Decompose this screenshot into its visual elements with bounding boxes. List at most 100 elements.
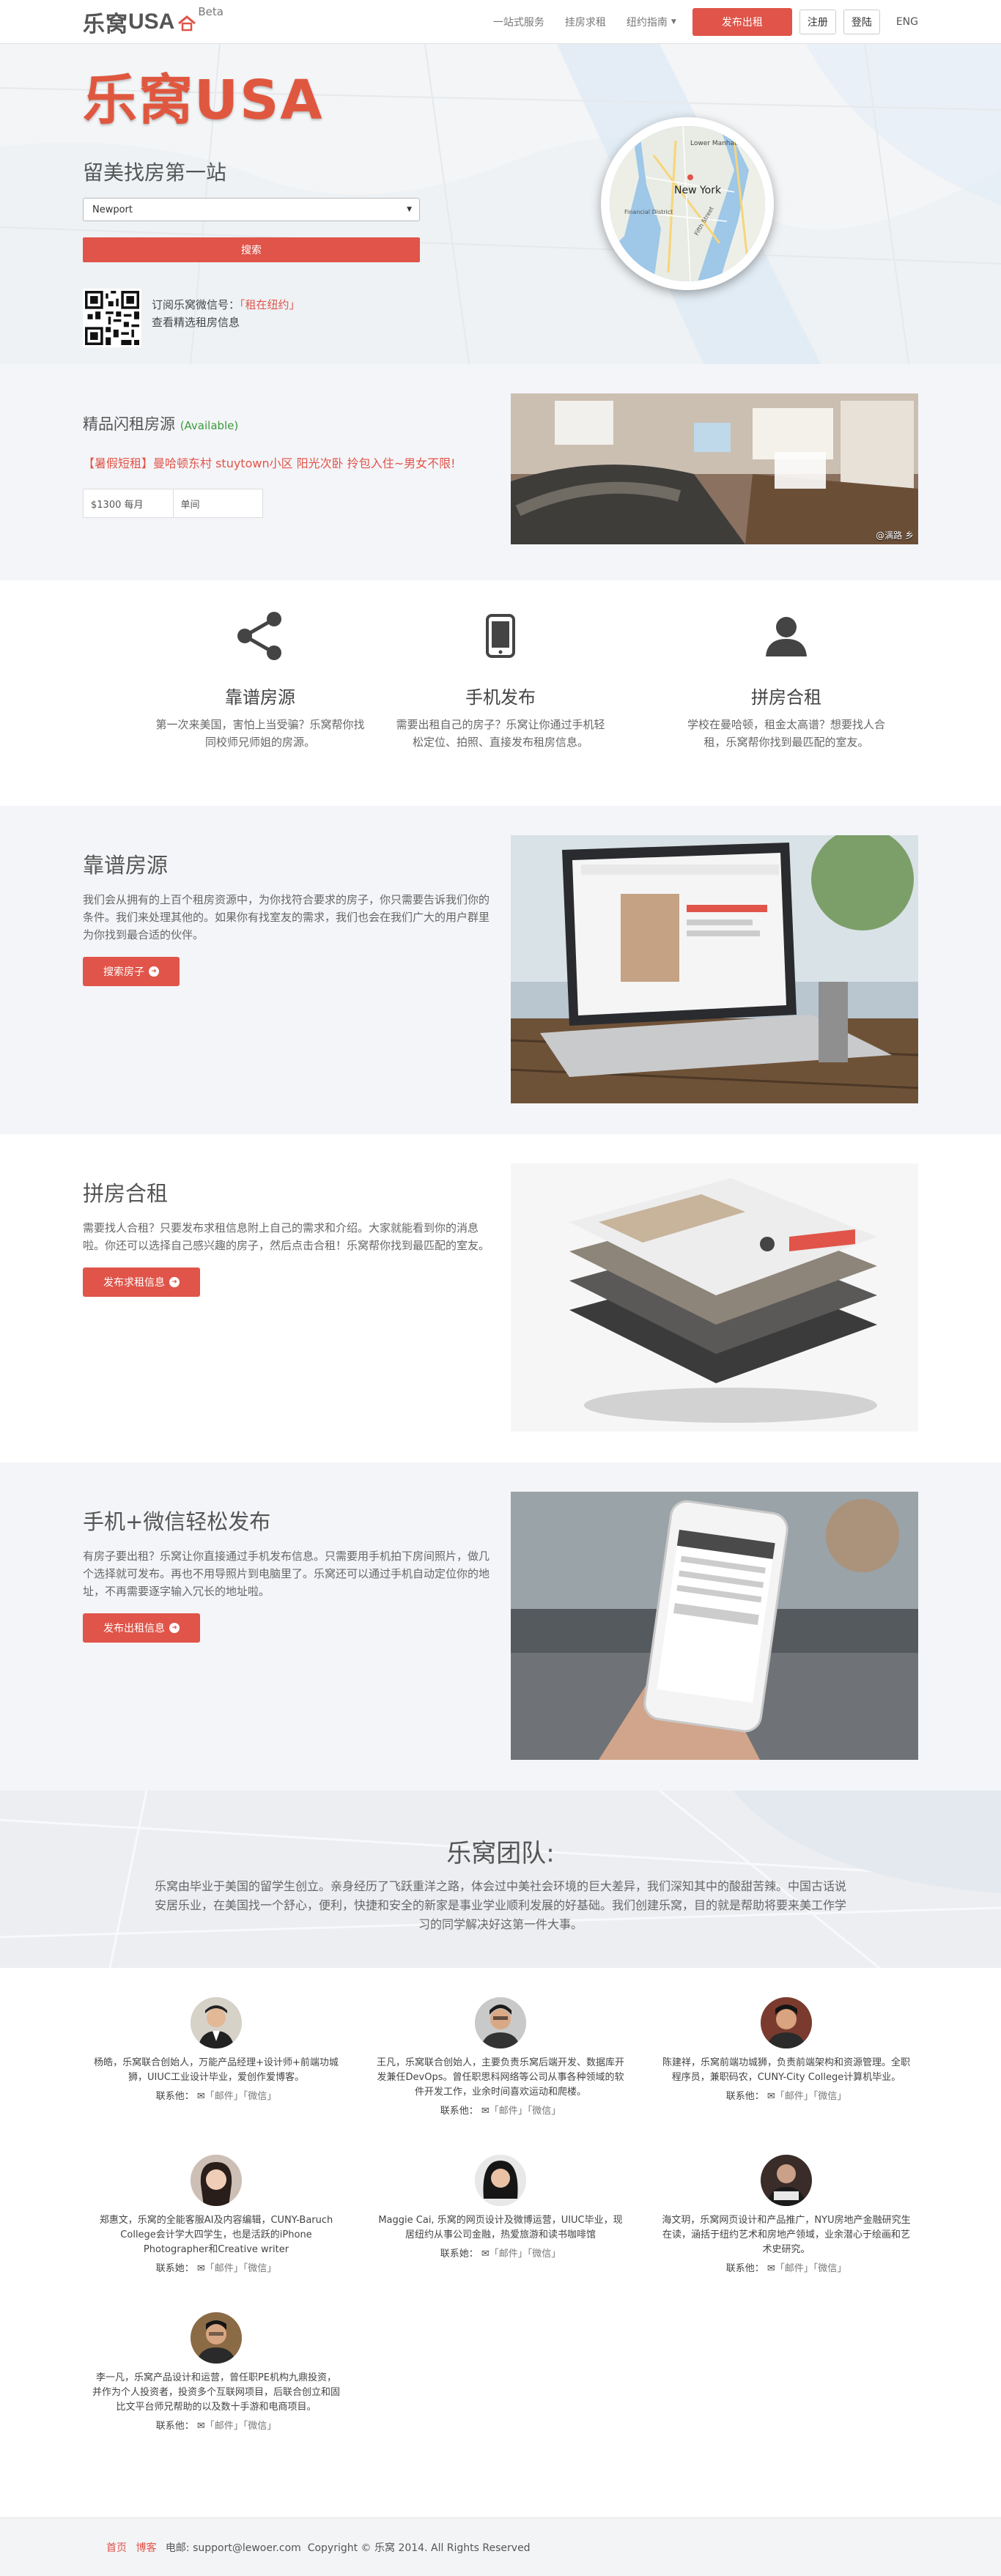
team-member: 杨皓，乐窝联合创始人，万能产品经理+设计师+前端功城狮，UIUC工业设计毕业，爱… xyxy=(92,1997,341,2102)
footer-copyright: Copyright © 乐窝 2014. All Rights Reserved xyxy=(307,2542,531,2554)
feature-reliable: 靠谱房源 第一次来美国，害怕上当受骗？乐窝帮你找同校师兄师姐的房源。 xyxy=(139,607,381,751)
avatar xyxy=(761,1997,812,2048)
arrow-right-icon: ➜ xyxy=(169,1623,180,1633)
logo-cn: 乐窝 xyxy=(83,12,128,37)
team-member: 陈建祥，乐窝前端功城狮，负责前端架构和资源管理。全职程序员，兼职码农，CUNY-… xyxy=(662,1997,911,2102)
section-text: 我们会从拥有的上百个租房资源中，为你找符合要求的房子，你只需要告诉我们你的条件。… xyxy=(83,893,490,941)
nav-link-listings[interactable]: 挂房求租 xyxy=(565,15,606,29)
nyc-circle-map: Lower Manhattan New York Financial Distr… xyxy=(601,117,774,290)
mail-icon: ✉ xyxy=(767,2263,775,2274)
contact-label: 联系他： xyxy=(440,2106,479,2117)
feature-title: 拼房合租 xyxy=(751,687,821,708)
hero-title: 乐窝USA xyxy=(83,69,324,132)
member-wechat-link[interactable]: 「微信」 xyxy=(528,2106,561,2117)
select-arrow-icon: ▼ xyxy=(407,206,412,213)
member-desc: 海文玥，乐窝网页设计和产品推广，NYU房地产金融研究生在读，涵括于纽约艺术和房地… xyxy=(662,2215,911,2255)
mail-icon: ✉ xyxy=(196,2421,205,2432)
button-label: 发布出租信息 xyxy=(103,1623,165,1635)
member-wechat-link[interactable]: 「微信」 xyxy=(243,2263,277,2274)
avatar xyxy=(191,2312,242,2364)
member-email-link[interactable]: 「邮件」 xyxy=(205,2421,243,2432)
post-rental-button[interactable]: 发布出租信息 ➜ xyxy=(83,1613,200,1643)
listing-meta: $1300 每月 单间 xyxy=(83,489,263,518)
member-email-link[interactable]: 「邮件」 xyxy=(775,2263,813,2274)
listing-photo[interactable]: @满路 乡 xyxy=(511,393,918,544)
member-desc: Maggie Cai, 乐窝的网页设计及微博运营，UIUC毕业，现居纽约从事公司… xyxy=(378,2215,623,2240)
member-desc: 陈建祥，乐窝前端功城狮，负责前端架构和资源管理。全职程序员，兼职码农，CUNY-… xyxy=(662,2057,910,2083)
listing-link[interactable]: 【暑假短租】曼哈顿东村 stuytown小区 阳光次卧 拎包入住~男女不限! xyxy=(83,454,479,474)
member-wechat-link[interactable]: 「微信」 xyxy=(528,2249,561,2259)
available-label: (Available) xyxy=(180,419,239,432)
member-email-link[interactable]: 「邮件」 xyxy=(490,2249,528,2259)
member-wechat-link[interactable]: 「微信」 xyxy=(243,2091,277,2102)
post-listing-button[interactable]: 发布出租 xyxy=(692,8,792,36)
search-house-button[interactable]: 搜索房子 ➜ xyxy=(83,957,180,986)
member-email-link[interactable]: 「邮件」 xyxy=(490,2106,528,2117)
hero-section: 乐窝USA 留美找房第一站 Newport ▼ 搜索 订阅乐窝微信号：「租在纽约… xyxy=(0,44,1001,364)
map-label-new-york: New York xyxy=(674,185,722,196)
team-description: 乐窝由毕业于美国的留学生创立。亲身经历了飞跃重洋之路，体会过中美社会环境的巨大差… xyxy=(154,1879,846,1931)
member-wechat-link[interactable]: 「微信」 xyxy=(243,2421,277,2432)
footer-blog-link[interactable]: 博客 xyxy=(136,2542,156,2554)
nav-link-services[interactable]: 一站式服务 xyxy=(493,15,544,29)
nav-link-guide[interactable]: 纽约指南 ▼ xyxy=(627,15,676,29)
member-email-link[interactable]: 「邮件」 xyxy=(205,2263,243,2274)
site-logo[interactable]: 乐窝 USA Beta xyxy=(83,5,224,38)
feature-text: 学校在曼哈顿，租金太高谱？想要找人合租，乐窝帮你找到最匹配的室友。 xyxy=(687,718,885,749)
avatar xyxy=(191,2155,242,2206)
section-title: 拼房合租 xyxy=(83,1181,169,1206)
featured-listing-section: 精品闪租房源 (Available) 【暑假短租】曼哈顿东村 stuytown小… xyxy=(0,364,1001,580)
wechat-subtext: 查看精选租房信息 xyxy=(152,316,240,329)
member-email-link[interactable]: 「邮件」 xyxy=(775,2091,813,2102)
mail-icon: ✉ xyxy=(767,2091,775,2102)
contact-label: 联系他： xyxy=(155,2091,194,2102)
laptop-photo-graphic xyxy=(511,835,918,1103)
team-member: 郑惠文，乐窝的全能客服AI及内容编辑，CUNY-Baruch College会计… xyxy=(92,2155,341,2274)
mail-icon: ✉ xyxy=(481,2106,490,2117)
listing-price: $1300 每月 xyxy=(84,489,174,517)
team-member: 海文玥，乐窝网页设计和产品推广，NYU房地产金融研究生在读，涵括于纽约艺术和房地… xyxy=(662,2155,911,2274)
caret-down-icon: ▼ xyxy=(671,18,676,26)
photo-credit: @满路 乡 xyxy=(876,530,914,541)
footer-email-link[interactable]: support@lewoer.com xyxy=(193,2542,301,2554)
member-wechat-link[interactable]: 「微信」 xyxy=(813,2091,847,2102)
register-button[interactable]: 注册 xyxy=(799,10,836,34)
language-switch[interactable]: ENG xyxy=(896,16,918,28)
stacked-screens-image xyxy=(511,1163,918,1432)
team-members-section: 杨皓，乐窝联合创始人，万能产品经理+设计师+前端功城狮，UIUC工业设计毕业，爱… xyxy=(0,1968,1001,2517)
stacked-screens-graphic xyxy=(511,1163,918,1432)
member-wechat-link[interactable]: 「微信」 xyxy=(813,2263,847,2274)
map-label-lower-manhattan: Lower Manhattan xyxy=(690,140,747,147)
logo-en: USA xyxy=(128,10,175,34)
member-email-link[interactable]: 「邮件」 xyxy=(205,2091,243,2102)
feature-title: 手机发布 xyxy=(465,687,536,708)
post-roommate-request-button[interactable]: 发布求租信息 ➜ xyxy=(83,1267,200,1297)
user-icon xyxy=(766,617,807,656)
contact-label: 联系她： xyxy=(440,2249,479,2259)
button-label: 搜索房子 xyxy=(103,966,144,978)
button-label: 发布求租信息 xyxy=(103,1277,165,1289)
contact-label: 联系她： xyxy=(155,2263,194,2274)
footer: 首页 博客 电邮: support@lewoer.com Copyright ©… xyxy=(0,2517,1001,2576)
city-select[interactable]: Newport ▼ xyxy=(83,198,420,221)
feature-title: 靠谱房源 xyxy=(225,687,295,708)
nyc-map-graphic: Lower Manhattan New York Financial Distr… xyxy=(610,126,765,281)
team-member: 王凡，乐窝联合创始人，主要负责乐窝后端开发、数据库开发兼任DevOps。曾任职思… xyxy=(376,1997,625,2117)
wechat-id: 「租在纽约」 xyxy=(240,298,300,311)
room-photo-graphic xyxy=(511,393,918,544)
login-button[interactable]: 登陆 xyxy=(843,10,880,34)
wechat-qr-code xyxy=(83,289,141,347)
feature-roommate: 拼房合租 学校在曼哈顿，租金太高谱？想要找人合租，乐窝帮你找到最匹配的室友。 xyxy=(665,607,907,751)
avatar xyxy=(475,2155,526,2206)
search-button[interactable]: 搜索 xyxy=(83,237,420,262)
member-desc: 郑惠文，乐窝的全能客服AI及内容编辑，CUNY-Baruch College会计… xyxy=(99,2215,333,2255)
footer-home-link[interactable]: 首页 xyxy=(106,2542,127,2554)
contact-label: 联系他： xyxy=(155,2421,194,2432)
team-member: 李一凡，乐窝产品设计和运营，曾任职PE机构九鼎投资，并作为个人投资者，投资多个互… xyxy=(92,2312,341,2432)
laptop-photo xyxy=(511,835,918,1103)
map-label-financial-district: Financial District xyxy=(624,209,673,215)
footer-email-label: 电邮: xyxy=(165,2542,190,2554)
team-title: 乐窝团队: xyxy=(446,1839,555,1868)
house-logo-icon xyxy=(178,15,196,32)
top-navbar: 乐窝 USA Beta 一站式服务 挂房求租 纽约指南 ▼ 发布出租 注册 登陆 … xyxy=(0,0,1001,44)
